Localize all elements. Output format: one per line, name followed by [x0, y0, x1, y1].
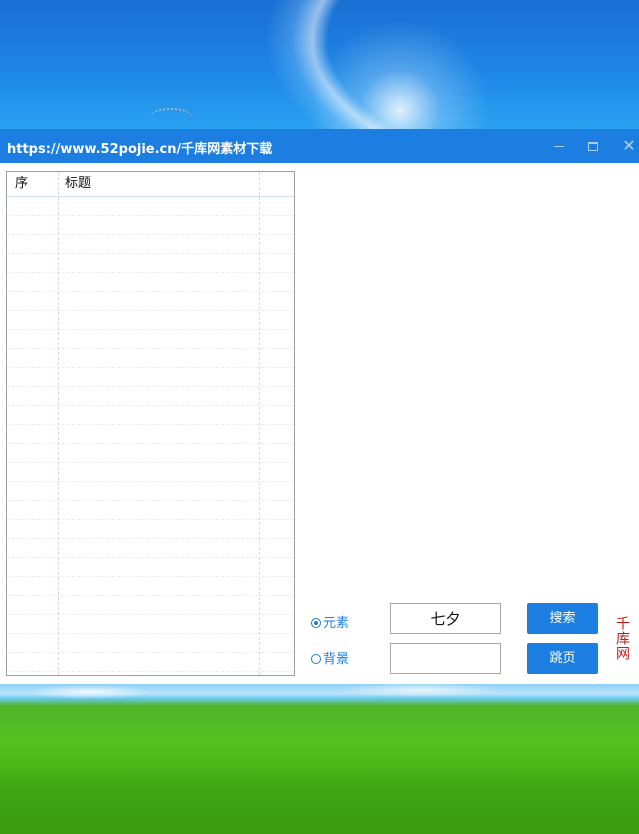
list-item[interactable] — [7, 425, 294, 444]
column-header-index[interactable]: 序 — [15, 172, 28, 196]
desktop-background-grass — [0, 684, 639, 834]
minimize-icon — [554, 145, 564, 147]
column-header-title[interactable]: 标题 — [65, 172, 91, 196]
radio-background-label: 背景 — [323, 652, 350, 667]
close-icon: ✕ — [622, 136, 636, 155]
keyword-input[interactable] — [390, 603, 501, 634]
list-item[interactable] — [7, 634, 294, 653]
list-item[interactable] — [7, 501, 294, 520]
close-button[interactable]: ✕ — [618, 135, 639, 157]
list-item[interactable] — [7, 349, 294, 368]
list-item[interactable] — [7, 444, 294, 463]
results-list[interactable]: 序 标题 — [6, 171, 295, 676]
list-item[interactable] — [7, 520, 294, 539]
radio-element-label: 元素 — [323, 616, 350, 631]
list-item[interactable] — [7, 482, 294, 501]
list-item[interactable] — [7, 539, 294, 558]
radio-background[interactable]: 背景 — [311, 652, 349, 668]
maximize-button[interactable] — [582, 135, 604, 157]
list-item[interactable] — [7, 558, 294, 577]
list-item[interactable] — [7, 653, 294, 672]
radio-element[interactable]: 元素 — [311, 616, 349, 632]
list-rows — [7, 197, 294, 672]
page-number-input[interactable] — [390, 643, 501, 674]
title-bar[interactable]: https://www.52pojie.cn/千库网素材下载 ✕ — [0, 129, 639, 163]
radio-checked-icon — [311, 618, 321, 628]
list-header: 序 标题 — [7, 172, 294, 197]
list-item[interactable] — [7, 216, 294, 235]
list-item[interactable] — [7, 235, 294, 254]
list-item[interactable] — [7, 615, 294, 634]
jump-page-button[interactable]: 跳页 — [527, 643, 598, 674]
list-item[interactable] — [7, 368, 294, 387]
radio-unchecked-icon — [311, 654, 321, 664]
list-item[interactable] — [7, 330, 294, 349]
list-item[interactable] — [7, 254, 294, 273]
app-window: https://www.52pojie.cn/千库网素材下载 ✕ 序 标题 元素… — [0, 129, 639, 685]
minimize-button[interactable] — [548, 135, 570, 157]
column-divider — [259, 172, 260, 675]
column-divider — [58, 172, 59, 675]
maximize-icon — [588, 141, 598, 151]
list-item[interactable] — [7, 596, 294, 615]
list-item[interactable] — [7, 463, 294, 482]
brand-link[interactable]: 千库网 — [614, 616, 630, 661]
search-button[interactable]: 搜索 — [527, 603, 598, 634]
list-item[interactable] — [7, 577, 294, 596]
list-item[interactable] — [7, 406, 294, 425]
list-item[interactable] — [7, 273, 294, 292]
list-item[interactable] — [7, 292, 294, 311]
list-item[interactable] — [7, 387, 294, 406]
window-title: https://www.52pojie.cn/千库网素材下载 — [7, 142, 273, 157]
list-item[interactable] — [7, 197, 294, 216]
list-item[interactable] — [7, 311, 294, 330]
desktop-background-sky — [0, 0, 639, 129]
